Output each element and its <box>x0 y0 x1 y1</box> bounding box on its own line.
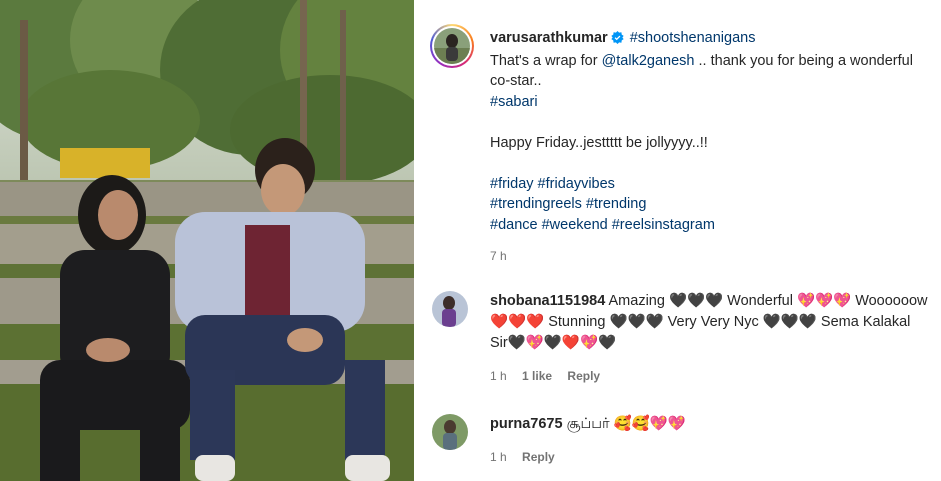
photo-scene <box>0 0 414 481</box>
hashtag-line[interactable]: #trendingreels #trending <box>490 194 920 215</box>
comment-time[interactable]: 1 h <box>490 369 507 383</box>
verified-badge-icon <box>610 30 624 51</box>
caption-friday-line: Happy Friday..jesttttt be jollyyyy..!! <box>490 134 708 151</box>
caption-text-start: That's a wrap for <box>490 52 602 69</box>
post-photo[interactable] <box>0 0 414 481</box>
author-avatar[interactable] <box>430 24 474 68</box>
hashtag-line[interactable]: #friday #fridayvibes <box>490 174 920 195</box>
commenter-avatar[interactable] <box>432 414 468 450</box>
hashtag-line[interactable]: #dance #weekend #reelsinstagram <box>490 215 920 236</box>
hashtag-shootshenanigans[interactable]: #shootshenanigans <box>630 30 756 46</box>
comment-likes[interactable]: 1 like <box>522 369 552 383</box>
post-timestamp[interactable]: 7 h <box>490 249 507 263</box>
comment-item: shobana1151984 Amazing 🖤🖤🖤 Wonderful 💖💖💖… <box>432 291 932 391</box>
post-panel: varusarathkumar #shootshenanigans That's… <box>414 0 941 481</box>
comment-text: சூப்பர் 🥰🥰💖💖 <box>566 416 686 432</box>
hashtag-sabari[interactable]: #sabari <box>490 94 538 110</box>
comment-reply-button[interactable]: Reply <box>522 450 555 464</box>
comment-time[interactable]: 1 h <box>490 450 507 464</box>
mention-talk2ganesh[interactable]: @talk2ganesh <box>602 53 695 69</box>
commenter-avatar[interactable] <box>432 291 468 327</box>
comment-username[interactable]: purna7675 <box>490 416 563 432</box>
comment-reply-button[interactable]: Reply <box>567 369 600 383</box>
post-caption: varusarathkumar #shootshenanigans That's… <box>490 28 920 235</box>
avatar-icon <box>434 28 470 64</box>
comment-username[interactable]: shobana1151984 <box>490 293 605 309</box>
author-username[interactable]: varusarathkumar <box>490 30 608 46</box>
comment-item: purna7675 சூப்பர் 🥰🥰💖💖 1 h Reply <box>432 414 932 474</box>
